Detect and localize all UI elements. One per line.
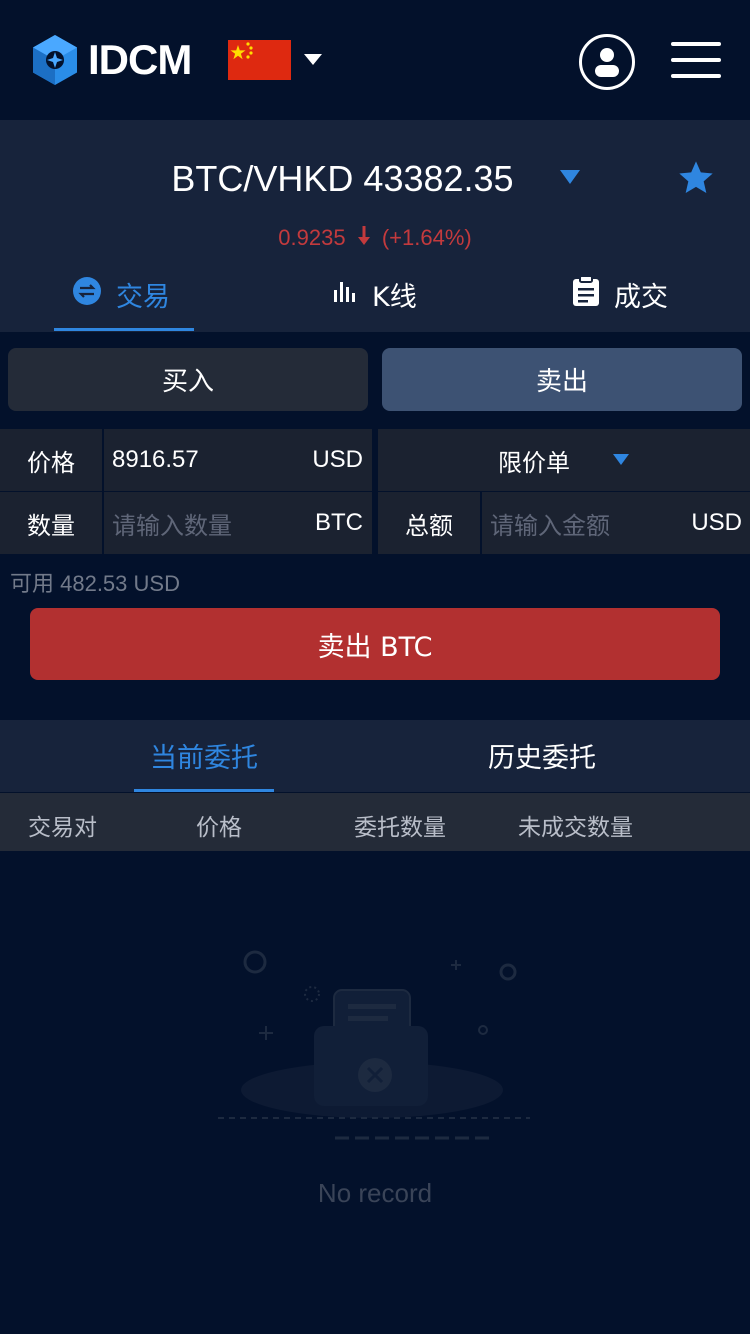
tab-current-orders[interactable]: 当前委托 <box>150 736 258 775</box>
price-label: 价格 <box>0 429 102 491</box>
hexagon-logo-icon <box>33 35 77 85</box>
tab-trade-label: 交易 <box>116 281 170 313</box>
quantity-input[interactable]: 请输入数量 <box>112 506 232 541</box>
tab-trade[interactable]: 交易 <box>72 272 170 316</box>
pair-title[interactable]: BTC/VHKD 43382.35 <box>0 158 685 200</box>
orders-tab-bar <box>0 720 750 792</box>
quantity-unit: BTC <box>315 509 363 536</box>
brand-name: IDCM <box>88 36 192 83</box>
total-field[interactable]: 请输入金额 USD <box>482 492 750 554</box>
active-orders-tab-indicator <box>134 789 274 792</box>
exchange-icon <box>72 276 102 313</box>
tab-kline-label: K线 <box>372 281 417 313</box>
price-field[interactable]: 8916.57 USD <box>104 429 372 491</box>
sell-submit-button[interactable]: 卖出 BTC <box>30 608 720 680</box>
tab-kline[interactable]: K线 <box>332 272 417 316</box>
column-price: 价格 <box>196 815 242 841</box>
tab-deals[interactable]: 成交 <box>572 272 668 316</box>
clipboard-icon <box>572 274 600 314</box>
total-input[interactable]: 请输入金额 <box>490 506 610 541</box>
price-unit: USD <box>312 446 363 473</box>
column-pair: 交易对 <box>28 815 97 841</box>
empty-state-text: No record <box>317 1178 433 1208</box>
favorite-star-icon[interactable] <box>676 158 716 198</box>
change-value: 0.9235 <box>278 224 346 250</box>
column-order-qty: 委托数量 <box>354 815 446 841</box>
hamburger-menu-icon[interactable] <box>671 42 721 78</box>
available-balance: 可用 482.53 USD <box>10 571 180 596</box>
order-type-select[interactable]: 限价单 <box>378 429 750 491</box>
buy-toggle-button[interactable]: 买入 <box>8 348 368 411</box>
pair-dropdown-icon[interactable] <box>560 170 580 184</box>
quantity-field[interactable]: 请输入数量 BTC <box>104 492 372 554</box>
idcm-logo[interactable]: IDCM <box>32 34 192 86</box>
quantity-label: 数量 <box>0 492 102 554</box>
bar-chart-icon <box>332 278 358 311</box>
tab-deals-label: 成交 <box>614 281 668 313</box>
empty-state-illustration <box>210 930 540 1150</box>
change-percent: (+1.64%) <box>381 224 472 250</box>
total-label: 总额 <box>378 492 480 554</box>
price-change: 0.9235 (+1.64%) <box>0 224 750 254</box>
total-unit: USD <box>691 509 742 536</box>
chevron-down-icon <box>613 454 629 465</box>
active-tab-indicator <box>54 328 194 331</box>
column-unfilled-qty: 未成交数量 <box>518 815 633 841</box>
chevron-down-icon[interactable] <box>304 54 322 65</box>
tab-order-history[interactable]: 历史委托 <box>488 736 596 775</box>
sell-toggle-button[interactable]: 卖出 <box>382 348 742 411</box>
user-icon[interactable] <box>579 34 635 90</box>
arrow-down-icon <box>356 224 372 254</box>
china-flag-icon[interactable] <box>228 40 291 80</box>
price-value[interactable]: 8916.57 <box>112 446 199 474</box>
order-type-label: 限价单 <box>498 448 570 477</box>
